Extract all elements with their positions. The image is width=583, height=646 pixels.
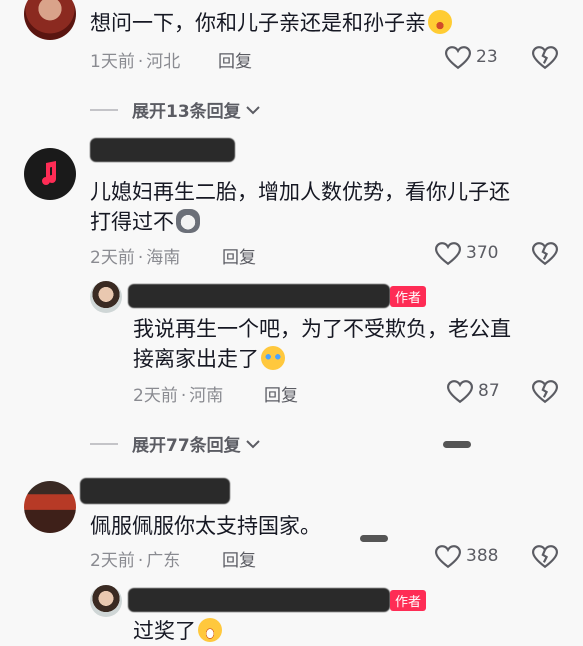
divider-line [90,108,118,111]
reply-button[interactable]: 回复 [218,47,252,72]
heart-icon[interactable] [447,380,473,404]
avatar[interactable] [90,585,122,617]
reply-button[interactable]: 回复 [264,381,298,406]
comment-meta: 1天前 · 河北 [90,52,181,72]
comment-meta: 2天前 · 广东 [90,551,181,571]
comment-text-line-2: 接离家出走了 [133,344,285,374]
cat-emoji-icon [176,209,200,233]
avatar[interactable] [24,148,76,200]
like-count: 23 [476,47,498,67]
reply-button[interactable]: 回复 [222,243,256,268]
avatar[interactable] [90,281,122,313]
chevron-down-icon [245,105,260,114]
redacted-username [80,478,230,504]
author-badge: 作者 [390,286,427,307]
reply-button[interactable]: 回复 [222,546,256,571]
like-count: 370 [466,243,499,263]
expand-replies-button[interactable]: 展开77条回复 [90,431,261,456]
broken-heart-icon[interactable] [532,545,558,569]
heart-icon[interactable] [435,242,461,266]
comment-text-line-1: 我说再生一个吧，为了不受欺负，老公直 [133,317,511,341]
like-count: 87 [478,381,500,401]
smudge [360,535,388,542]
redacted-username [90,138,235,162]
comment-text: 佩服佩服你太支持国家。 [90,514,321,538]
divider-line [90,442,118,445]
avatar[interactable] [24,481,76,533]
crying-emoji-icon [261,346,285,370]
like-count: 388 [466,546,499,566]
comment-text: 想问一下，你和儿子亲还是和孙子亲 [90,8,452,38]
comment-text-line-1: 儿媳妇再生二胎，增加人数优势，看你儿子还 [90,180,510,204]
expand-replies-button[interactable]: 展开13条回复 [90,97,261,122]
comment-text-line-2: 打得过不 [90,207,200,237]
broken-heart-icon[interactable] [532,380,558,404]
redacted-username [128,588,390,612]
broken-heart-icon[interactable] [532,242,558,266]
comment-meta: 2天前 · 河南 [133,386,224,406]
avatar[interactable] [24,0,76,40]
laughing-emoji-icon [428,10,452,34]
heart-icon[interactable] [445,46,471,70]
music-note-icon [42,161,56,185]
grinning-emoji-icon [198,618,222,642]
comment-text: 过奖了 [133,616,222,646]
smudge [443,441,471,448]
broken-heart-icon[interactable] [532,46,558,70]
comment-meta: 2天前 · 海南 [90,248,181,268]
chevron-down-icon [245,439,260,448]
heart-icon[interactable] [435,545,461,569]
author-badge: 作者 [390,590,427,611]
redacted-username [128,284,390,308]
